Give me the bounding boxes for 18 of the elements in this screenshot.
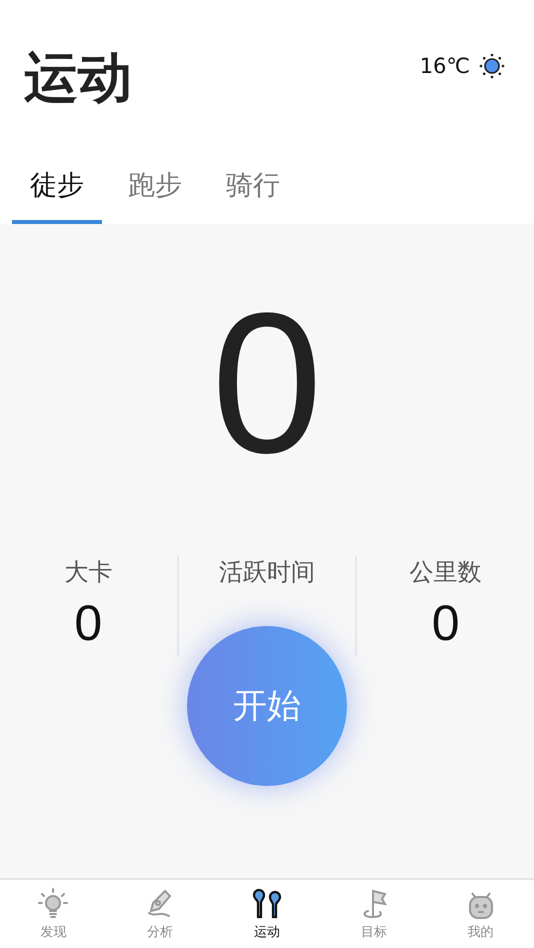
tab[interactable]: 骑行 bbox=[208, 150, 298, 224]
tab[interactable]: 跑步 bbox=[110, 150, 200, 224]
page-title: 运动 bbox=[24, 48, 132, 108]
stat-value: 0 bbox=[74, 598, 102, 648]
nav-item[interactable]: 运动 bbox=[214, 880, 320, 948]
nav-item[interactable]: 发现 bbox=[0, 880, 107, 948]
temperature: 16℃ bbox=[420, 54, 470, 78]
nav-item[interactable]: 分析 bbox=[106, 880, 214, 948]
stat-label: 活跃时间 bbox=[219, 557, 315, 588]
lightbulb-icon bbox=[36, 887, 70, 921]
stat-label: 大卡 bbox=[64, 557, 112, 588]
nav-item[interactable]: 我的 bbox=[427, 880, 534, 948]
step-counter: 0 bbox=[211, 284, 323, 484]
stat-value: 0 bbox=[432, 598, 460, 648]
stat-label: 公里数 bbox=[410, 557, 482, 588]
start-button[interactable]: 开始 bbox=[187, 626, 347, 786]
sun-icon bbox=[478, 52, 506, 80]
nav-item[interactable]: 目标 bbox=[320, 880, 428, 948]
